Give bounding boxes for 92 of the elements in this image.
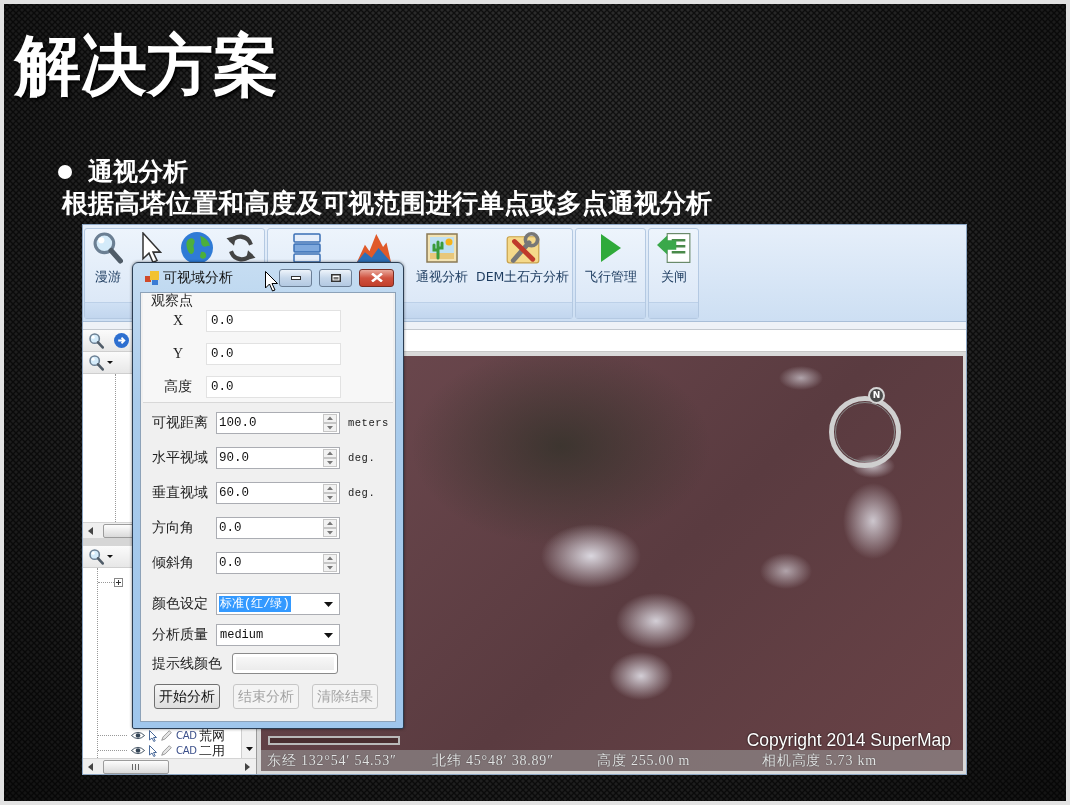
slide-title: 解决方案	[15, 28, 280, 104]
scroll-left-icon[interactable]	[88, 526, 93, 535]
group-label: 观察点	[151, 292, 193, 310]
layer-type-label: CAD	[176, 730, 197, 741]
field-label: 方向角	[152, 519, 195, 537]
magnifier-icon	[92, 232, 123, 264]
compass-ring-icon[interactable]	[829, 396, 901, 468]
status-text: 北纬 45°48′ 38.89″	[432, 751, 555, 770]
field-label: 水平视域	[152, 449, 209, 467]
cursor-arrow-icon[interactable]	[149, 744, 157, 757]
stacked-bars-icon	[293, 233, 321, 263]
field-label: 分析质量	[152, 626, 209, 644]
scroll-left-icon[interactable]	[88, 762, 93, 771]
scroll-down-icon[interactable]	[245, 747, 253, 751]
arrow-circle-icon	[114, 333, 129, 348]
start-analysis-button[interactable]: 开始分析	[154, 684, 220, 709]
spin-field[interactable]: 0.0	[216, 517, 340, 539]
field-label: 倾斜角	[152, 554, 195, 572]
layer-name[interactable]: 荒网	[198, 728, 225, 743]
pointer-icon	[142, 232, 163, 264]
spin-arrows-icon[interactable]	[323, 554, 337, 572]
play-icon	[600, 234, 621, 262]
expand-icon[interactable]	[114, 578, 123, 587]
spin-arrows-icon[interactable]	[323, 519, 337, 537]
layer-type-label: CAD	[176, 745, 197, 756]
caret-icon	[107, 555, 113, 558]
mountain-icon	[357, 234, 391, 262]
field-label: Y	[171, 346, 185, 362]
spin-field[interactable]: 60.0	[216, 482, 340, 504]
maximize-button[interactable]	[319, 268, 352, 287]
spin-arrows-icon[interactable]	[323, 449, 337, 467]
field-label: 高度	[163, 378, 193, 396]
close-icon[interactable]	[370, 273, 383, 282]
field-label: 颜色设定	[152, 595, 209, 613]
scrollbar-thumb[interactable]	[103, 759, 169, 774]
x-field[interactable]: 0.0	[206, 310, 341, 332]
unit-label: deg.	[348, 487, 376, 499]
window-title: 可视域分析	[163, 268, 233, 287]
cactus-picture-icon	[426, 233, 458, 263]
wrench-screwdriver-icon	[505, 232, 540, 264]
maximize-icon[interactable]	[330, 273, 341, 282]
caret-icon[interactable]	[324, 632, 333, 638]
horizontal-scrollbar[interactable]	[83, 758, 256, 774]
exit-button[interactable]: 关闸	[651, 232, 696, 284]
spin-field[interactable]: 100.0	[216, 412, 340, 434]
scroll-right-icon[interactable]	[245, 762, 250, 771]
search-button[interactable]	[89, 332, 104, 349]
minimize-icon[interactable]	[290, 275, 301, 280]
spin-field[interactable]: 90.0	[216, 447, 340, 469]
eye-icon[interactable]	[131, 731, 145, 740]
copyright-text: Copyright 2014 SuperMap	[746, 730, 951, 751]
unit-label: meters	[348, 417, 389, 429]
roam-button[interactable]: 漫游	[85, 232, 130, 284]
flight-button[interactable]: 飞行管理	[580, 232, 641, 284]
spin-arrows-icon[interactable]	[323, 414, 337, 432]
status-text: 东经 132°54′ 54.53″	[267, 751, 398, 770]
caret-icon[interactable]	[324, 601, 333, 607]
close-button[interactable]	[359, 268, 394, 287]
search-icon	[89, 354, 104, 371]
bullet-heading: 通视分析	[88, 156, 188, 188]
earthwork-button[interactable]: DEM土石方分析	[474, 232, 572, 284]
bullet-text: 根据高塔位置和高度及可视范围进行单点或多点通视分析	[62, 188, 713, 218]
compass-north-label[interactable]: N	[868, 387, 885, 404]
status-text: 高度 255.00 m	[597, 751, 692, 770]
bullet-icon	[58, 165, 72, 179]
field-label: 提示线颜色	[152, 654, 222, 673]
eye-icon[interactable]	[131, 746, 145, 755]
cursor-arrow-icon[interactable]	[149, 729, 157, 742]
search-button[interactable]	[89, 548, 113, 565]
minimize-button[interactable]	[279, 268, 312, 287]
pencil-icon[interactable]	[161, 745, 172, 756]
y-field[interactable]: 0.0	[206, 343, 341, 365]
window-app-icon	[145, 270, 159, 285]
status-text: 相机高度 5.73 km	[762, 751, 878, 770]
field-label: 垂直视域	[152, 484, 209, 502]
spin-arrows-icon[interactable]	[323, 484, 337, 502]
field-label: 可视距离	[152, 414, 209, 432]
line-of-sight-button[interactable]: 通视分析	[412, 232, 472, 284]
height-field[interactable]: 0.0	[206, 376, 341, 398]
document-arrow-icon	[656, 233, 691, 263]
color-picker-button[interactable]	[232, 653, 338, 674]
spin-field[interactable]: 0.0	[216, 552, 340, 574]
layer-name[interactable]: 二用	[198, 743, 225, 758]
unit-label: deg.	[348, 452, 376, 464]
search-icon	[89, 332, 104, 349]
refresh-icon	[226, 233, 257, 263]
caret-icon	[107, 361, 113, 364]
search-icon	[89, 548, 104, 565]
dropdown-field[interactable]: medium	[216, 624, 340, 646]
globe-icon	[180, 232, 213, 264]
field-label: X	[171, 313, 185, 329]
search-button[interactable]	[89, 354, 113, 371]
